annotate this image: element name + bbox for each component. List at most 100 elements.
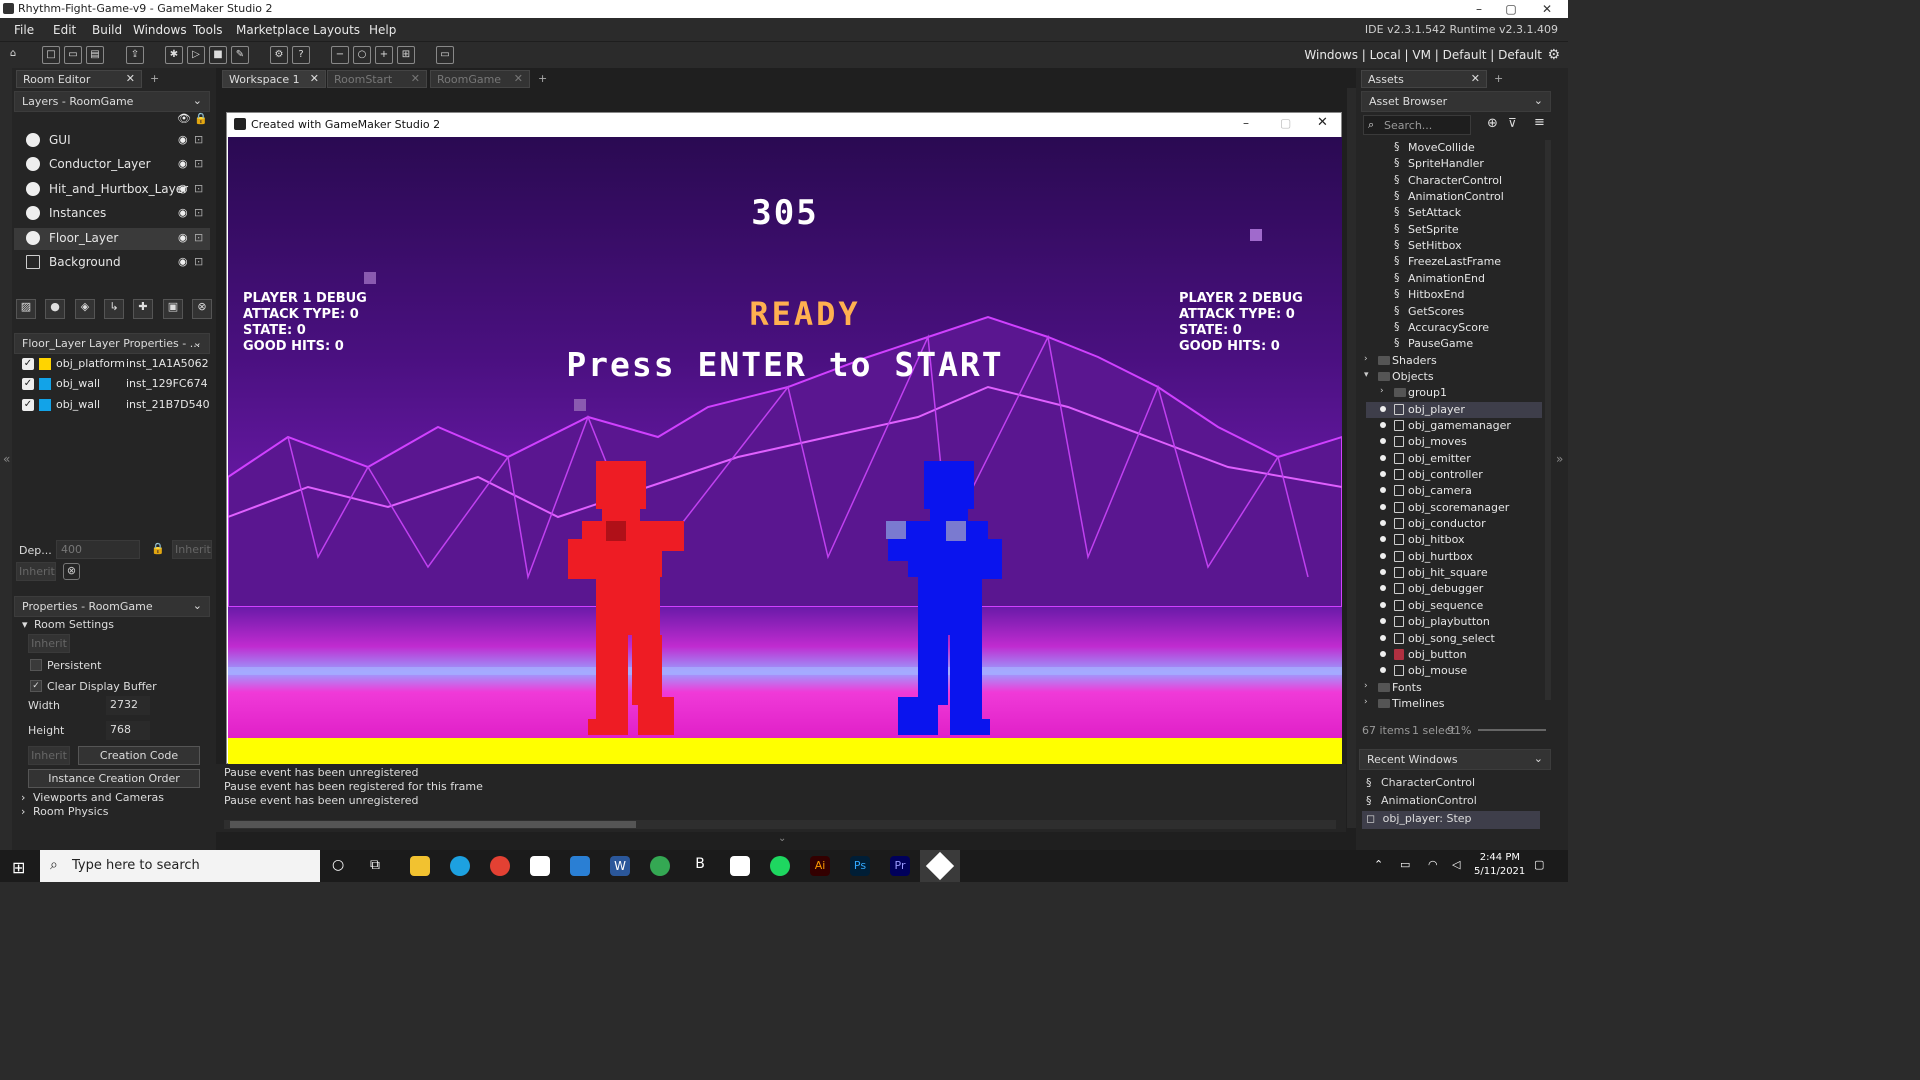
instance-row[interactable]: ✓ obj_platform inst_1A1A5062	[14, 355, 210, 375]
zoom-out-icon[interactable]: −	[331, 46, 349, 64]
asset-item[interactable]: § MoveCollide	[1366, 140, 1542, 156]
close-button[interactable]: ✕	[1317, 115, 1328, 130]
asset-item[interactable]: § FreezeLastFrame	[1366, 254, 1542, 270]
asset-item[interactable]: § GetScores	[1366, 304, 1542, 320]
menu-icon[interactable]: ≡	[1534, 115, 1545, 130]
add-tab-icon[interactable]: +	[538, 72, 547, 85]
asset-item[interactable]: obj_emitter	[1366, 451, 1542, 467]
maximize-button[interactable]: ▢	[1496, 0, 1526, 18]
tray-chevron-icon[interactable]: ⌃	[1374, 858, 1383, 871]
collapse-right-icon[interactable]: »	[1556, 452, 1563, 466]
expand-arrow-icon[interactable]: ▾	[22, 618, 28, 631]
collapse-arrow-icon[interactable]: ›	[1364, 681, 1368, 691]
viewports-label[interactable]: Viewports and Cameras	[33, 791, 164, 804]
asset-item[interactable]: § PauseGame	[1366, 336, 1542, 352]
home-icon[interactable]: ⌂	[4, 46, 22, 64]
asset-item[interactable]: obj_button	[1366, 647, 1542, 663]
asset-item[interactable]: obj_controller	[1366, 467, 1542, 483]
collapse-arrow-icon[interactable]: ›	[1364, 354, 1368, 364]
chrome-icon[interactable]	[490, 856, 510, 876]
lock-icon[interactable]: ⊡	[194, 133, 203, 146]
asset-item[interactable]: § AnimationControl	[1366, 189, 1542, 205]
instance-row[interactable]: ✓ obj_wall inst_129FC674	[14, 375, 210, 395]
mail-icon[interactable]	[570, 856, 590, 876]
tab-roomgame[interactable]: RoomGame ✕	[430, 70, 530, 88]
asset-item[interactable]: obj_hitbox	[1366, 532, 1542, 548]
add-tile-layer-icon[interactable]: ◈	[75, 299, 95, 319]
close-tab-icon[interactable]: ✕	[514, 72, 523, 85]
width-input[interactable]: 2732	[106, 696, 150, 715]
asset-item[interactable]: obj_mouse	[1366, 663, 1542, 679]
close-button[interactable]: ✕	[1532, 0, 1562, 18]
eye-icon[interactable]: ◉	[178, 206, 188, 219]
asset-item[interactable]: obj_hurtbox	[1366, 549, 1542, 565]
eye-icon[interactable]: 👁	[177, 112, 191, 125]
lock-icon[interactable]: ⊡	[194, 231, 203, 244]
layer-conductor[interactable]: Conductor_Layer ◉ ⊡	[14, 154, 210, 176]
menu-file[interactable]: File	[14, 23, 34, 37]
asset-scrollbar[interactable]	[1545, 140, 1551, 700]
asset-item[interactable]: obj_debugger	[1366, 581, 1542, 597]
debug-icon[interactable]: ✱	[165, 46, 183, 64]
add-background-layer-icon[interactable]: ▨	[16, 299, 36, 319]
layer-background[interactable]: Background ◉ ⊡	[14, 252, 210, 274]
asset-item[interactable]: obj_moves	[1366, 434, 1542, 450]
add-path-layer-icon[interactable]: ↳	[104, 299, 124, 319]
asset-folder[interactable]: ▾ Objects	[1364, 369, 1542, 385]
asset-folder[interactable]: › group1	[1366, 385, 1542, 401]
asset-item[interactable]: § SetHitbox	[1366, 238, 1542, 254]
add-tab-icon[interactable]: +	[1494, 72, 1503, 85]
collapse-arrow-icon[interactable]: ›	[1364, 697, 1368, 707]
console-scroll-thumb[interactable]	[230, 821, 636, 828]
asset-item[interactable]: obj_gamemanager	[1366, 418, 1542, 434]
recent-windows-dropdown[interactable]: Recent Windows ⌄	[1359, 749, 1551, 770]
asset-item[interactable]: § AccuracyScore	[1366, 320, 1542, 336]
collapse-down-icon[interactable]: ⌄	[778, 833, 786, 844]
expand-arrow-icon[interactable]: ›	[21, 791, 25, 804]
layer-properties-dropdown[interactable]: Floor_Layer Layer Properties - ... ⌄	[14, 333, 210, 354]
premiere-icon[interactable]: Pr	[890, 856, 910, 876]
lock-icon[interactable]: ⊡	[194, 255, 203, 268]
lock-icon[interactable]: 🔒	[194, 112, 208, 125]
beat-app-icon[interactable]: B	[690, 856, 710, 876]
asset-item[interactable]: obj_scoremanager	[1366, 500, 1542, 516]
tab-assets[interactable]: Assets ✕	[1361, 70, 1487, 88]
lock-icon[interactable]: ⊡	[194, 182, 203, 195]
recent-item[interactable]: ◻ obj_player: Step	[1362, 811, 1540, 829]
settings-icon[interactable]: ⚙	[270, 46, 288, 64]
menu-windows[interactable]: Windows	[133, 23, 187, 37]
delete-layer-icon[interactable]: ⊗	[192, 299, 212, 319]
clock-date[interactable]: 5/11/2021	[1474, 866, 1525, 877]
store-icon[interactable]	[530, 856, 550, 876]
edge-icon[interactable]	[450, 856, 470, 876]
asset-item[interactable]: obj_conductor	[1366, 516, 1542, 532]
asset-browser-dropdown[interactable]: Asset Browser ⌄	[1361, 91, 1551, 112]
asset-search[interactable]: ⌕ Search...	[1363, 115, 1471, 135]
maximize-button[interactable]: ▢	[1280, 116, 1291, 130]
menu-build[interactable]: Build	[92, 23, 122, 37]
minimize-button[interactable]: –	[1464, 0, 1494, 18]
zoom-in-icon[interactable]: +	[375, 46, 393, 64]
instance-order-button[interactable]: Instance Creation Order	[28, 769, 200, 788]
zoom-reset-icon[interactable]: ○	[353, 46, 371, 64]
gamemaker-active-icon[interactable]	[920, 850, 960, 882]
asset-item[interactable]: obj_song_select	[1366, 631, 1542, 647]
collapse-arrow-icon[interactable]: ›	[1380, 386, 1384, 396]
illustrator-icon[interactable]: Ai	[810, 856, 830, 876]
add-tab-icon[interactable]: +	[150, 72, 159, 85]
eye-icon[interactable]: ◉	[178, 182, 188, 195]
asset-item[interactable]: obj_player	[1366, 401, 1542, 418]
properties-dropdown[interactable]: Properties - RoomGame ⌄	[14, 596, 210, 617]
asset-item[interactable]: § AnimationEnd	[1366, 271, 1542, 287]
tab-roomstart[interactable]: RoomStart ✕	[327, 70, 427, 88]
inherit-button[interactable]: Inherit	[16, 562, 56, 581]
menu-layouts[interactable]: Layouts	[313, 23, 360, 37]
windows-start-icon[interactable]: ⊞	[12, 858, 25, 877]
collapse-left-icon[interactable]: «	[3, 452, 10, 466]
help-icon[interactable]: ?	[292, 46, 310, 64]
tab-room-editor[interactable]: Room Editor ✕	[16, 70, 142, 88]
inherit-button[interactable]: Inherit	[172, 540, 212, 559]
recent-item[interactable]: § CharacterControl	[1366, 776, 1475, 789]
close-tab-icon[interactable]: ✕	[411, 72, 420, 85]
eye-icon[interactable]: ◉	[178, 157, 188, 170]
